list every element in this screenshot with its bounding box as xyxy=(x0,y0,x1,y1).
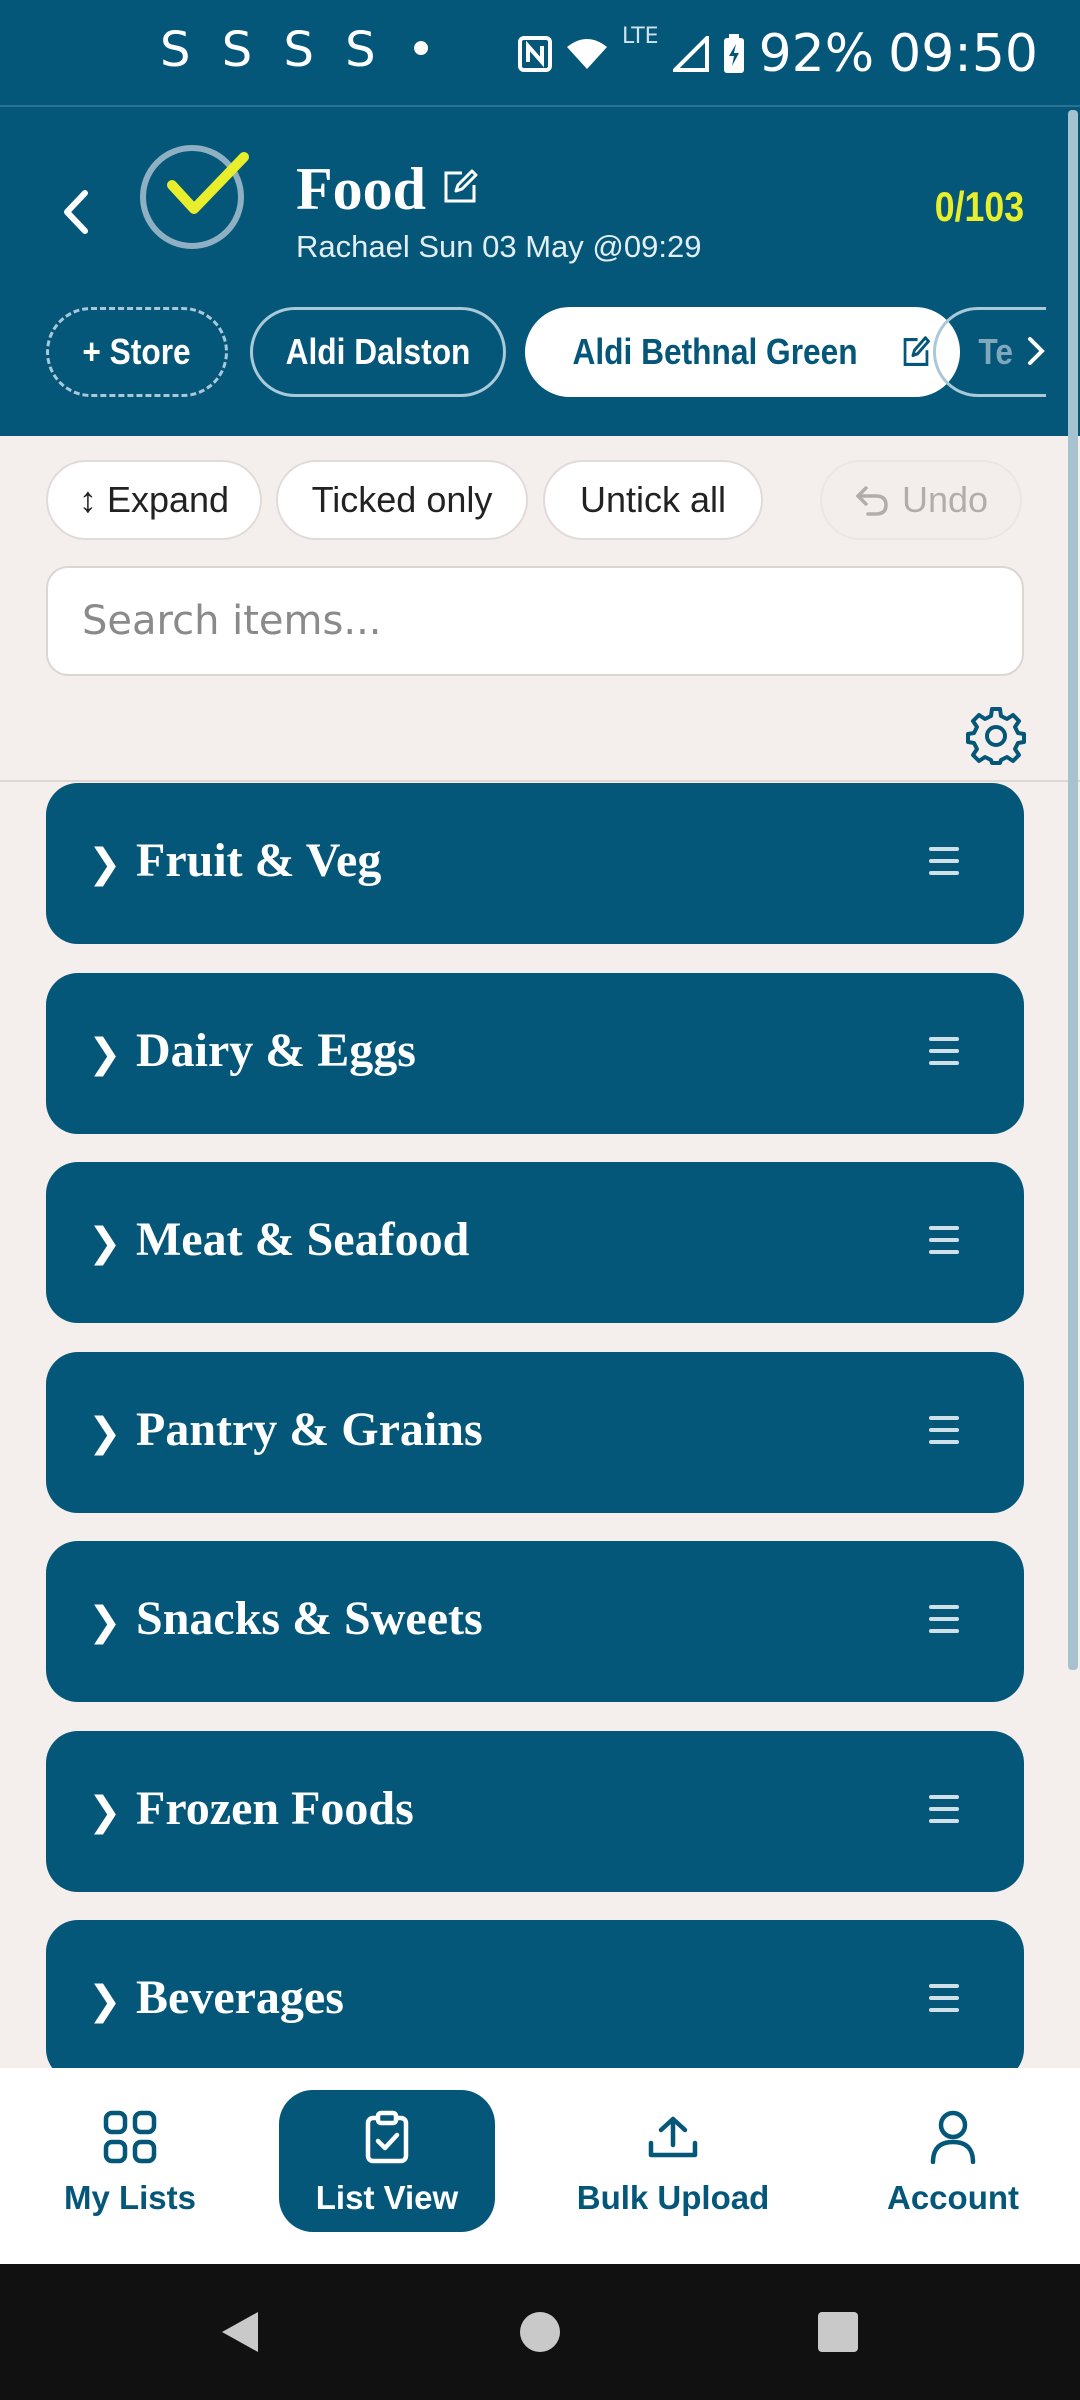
chevron-right-icon: ❯ xyxy=(88,1979,122,2023)
clock: 09:50 xyxy=(888,24,1038,84)
category-snacks-sweets[interactable]: ❯ Snacks & Sweets xyxy=(46,1541,1024,1702)
system-navigation-bar xyxy=(0,2264,1080,2400)
store-chip-label: Aldi Dalston xyxy=(285,331,471,372)
chevron-right-icon: ❯ xyxy=(88,1411,122,1455)
edit-title-button[interactable] xyxy=(442,169,478,210)
category-pantry-grains[interactable]: ❯ Pantry & Grains xyxy=(46,1352,1024,1513)
bottom-navigation: My Lists List View Bulk Upload Account xyxy=(0,2068,1080,2264)
drag-handle-icon[interactable] xyxy=(929,1037,959,1069)
category-name: Dairy & Eggs xyxy=(136,1024,416,1077)
undo-icon xyxy=(854,484,890,516)
signal-icon xyxy=(672,36,709,72)
category-fruit-veg[interactable]: ❯ Fruit & Veg xyxy=(46,783,1024,944)
checkmark-icon xyxy=(167,152,249,214)
search-input[interactable] xyxy=(46,566,1024,676)
nav-list-view[interactable]: List View xyxy=(279,2090,495,2232)
add-store-label: + Store xyxy=(82,331,192,372)
network-type: LTE xyxy=(621,23,659,49)
chevron-right-icon: ❯ xyxy=(88,1600,122,1644)
category-frozen-foods[interactable]: ❯ Frozen Foods xyxy=(46,1731,1024,1892)
undo-label: Undo xyxy=(901,479,989,520)
ticked-only-button[interactable]: Ticked only xyxy=(276,460,528,540)
category-dairy-eggs[interactable]: ❯ Dairy & Eggs xyxy=(46,973,1024,1134)
notification-indicators: S S S S • xyxy=(160,22,444,78)
chevron-right-icon: ❯ xyxy=(88,842,122,886)
list-title: Food xyxy=(296,156,427,222)
category-name: Meat & Seafood xyxy=(136,1213,470,1266)
drag-handle-icon[interactable] xyxy=(929,1795,959,1827)
status-icons: LTE 92% 09:50 xyxy=(517,22,1038,86)
store-chip-aldi-bethnal-green[interactable]: Aldi Bethnal Green xyxy=(525,307,960,397)
ticked-count: 0/103 xyxy=(934,183,1024,230)
system-recents-icon[interactable] xyxy=(818,2312,858,2352)
category-beverages[interactable]: ❯ Beverages xyxy=(46,1920,1024,2068)
store-chip-aldi-dalston[interactable]: Aldi Dalston xyxy=(250,307,506,397)
category-name: Pantry & Grains xyxy=(136,1403,483,1456)
battery-percent: 92% xyxy=(758,24,875,84)
store-chips: + Store Aldi Dalston Aldi Bethnal Green … xyxy=(46,307,1046,402)
scrollbar[interactable] xyxy=(1068,110,1078,1670)
system-home-icon[interactable] xyxy=(520,2312,560,2352)
settings-gear-icon[interactable] xyxy=(966,706,1026,766)
clipboard-check-icon xyxy=(365,2105,409,2169)
chevron-right-icon: ❯ xyxy=(88,1790,122,1834)
nav-label: List View xyxy=(315,2179,459,2216)
status-bar: S S S S • LTE 92% 09:50 xyxy=(0,0,1080,107)
drag-handle-icon[interactable] xyxy=(929,1416,959,1448)
category-name: Frozen Foods xyxy=(136,1782,414,1835)
divider xyxy=(0,780,1080,782)
nav-label: Bulk Upload xyxy=(576,2179,770,2216)
grid-icon xyxy=(103,2105,157,2169)
list-subtitle: Rachael Sun 03 May @09:29 xyxy=(296,229,702,264)
category-list: ❯ Fruit & Veg ❯ Dairy & Eggs ❯ Meat & Se… xyxy=(46,783,1024,2068)
nfc-icon xyxy=(517,36,552,72)
category-meat-seafood[interactable]: ❯ Meat & Seafood xyxy=(46,1162,1024,1323)
pencil-icon xyxy=(444,169,478,203)
chevron-right-icon: ❯ xyxy=(88,1032,122,1076)
nav-label: Account xyxy=(887,2179,1019,2216)
chevron-right-icon: ❯ xyxy=(88,1221,122,1265)
drag-handle-icon[interactable] xyxy=(929,1984,959,2016)
pencil-icon[interactable] xyxy=(901,336,930,368)
system-back-icon[interactable] xyxy=(218,2310,260,2354)
nav-account[interactable]: Account xyxy=(860,2090,1046,2232)
drag-handle-icon[interactable] xyxy=(929,847,959,879)
battery-icon xyxy=(723,34,745,74)
chevron-left-icon xyxy=(64,190,88,234)
nav-bulk-upload[interactable]: Bulk Upload xyxy=(560,2090,786,2232)
store-chip-label: Aldi Bethnal Green xyxy=(572,331,859,372)
nav-my-lists[interactable]: My Lists xyxy=(30,2090,230,2232)
category-name: Beverages xyxy=(136,1971,344,2024)
untick-all-button[interactable]: Untick all xyxy=(543,460,763,540)
nav-label: My Lists xyxy=(63,2179,197,2216)
category-name: Snacks & Sweets xyxy=(136,1592,483,1645)
store-chip-label: Te xyxy=(978,331,1013,372)
upload-icon xyxy=(647,2105,699,2169)
drag-handle-icon[interactable] xyxy=(929,1226,959,1258)
user-icon xyxy=(930,2105,976,2169)
category-name: Fruit & Veg xyxy=(136,834,382,887)
undo-button[interactable]: Undo xyxy=(820,460,1022,540)
back-button[interactable] xyxy=(48,182,104,242)
list-header: Food Rachael Sun 03 May @09:29 0/103 + S… xyxy=(0,107,1080,436)
chevron-right-icon[interactable] xyxy=(1026,335,1046,372)
drag-handle-icon[interactable] xyxy=(929,1605,959,1637)
app-screen: S S S S • LTE 92% 09:50 Food Rachael Sun… xyxy=(0,0,1080,2400)
wifi-icon xyxy=(566,37,608,71)
add-store-button[interactable]: + Store xyxy=(46,307,228,397)
expand-button[interactable]: ↕ Expand xyxy=(46,460,262,540)
